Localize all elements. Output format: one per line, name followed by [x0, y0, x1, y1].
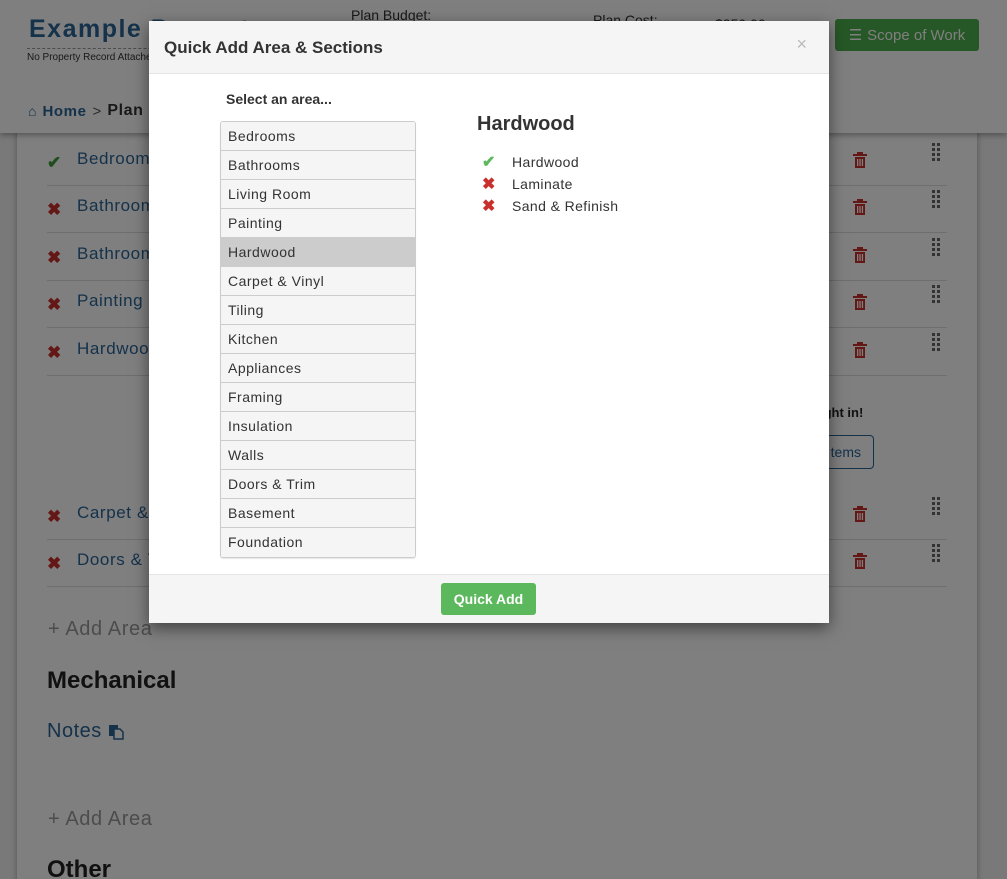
modal-footer: Quick Add: [149, 574, 829, 623]
section-toggle[interactable]: ✔ Hardwood: [482, 151, 618, 173]
section-toggle[interactable]: ✖ Laminate: [482, 173, 618, 195]
area-option[interactable]: Hardwood: [221, 238, 415, 267]
area-option[interactable]: Appliances: [221, 354, 415, 383]
area-option[interactable]: Foundation: [221, 528, 415, 557]
section-name: Hardwood: [512, 154, 580, 170]
area-section-list: ✔ Hardwood ✖ Laminate ✖ Sand & Refinish: [482, 151, 618, 217]
area-option[interactable]: Insulation: [221, 412, 415, 441]
close-icon[interactable]: ×: [796, 34, 807, 55]
area-option[interactable]: Tiling: [221, 296, 415, 325]
area-option[interactable]: Walls: [221, 441, 415, 470]
section-toggle[interactable]: ✖ Sand & Refinish: [482, 195, 618, 217]
quick-add-modal: Quick Add Area & Sections × Select an ar…: [149, 21, 829, 623]
x-icon: ✖: [482, 198, 496, 215]
check-icon: ✔: [482, 154, 496, 171]
modal-header: Quick Add Area & Sections ×: [149, 21, 829, 74]
area-option[interactable]: Painting: [221, 209, 415, 238]
modal-title: Quick Add Area & Sections: [164, 38, 383, 57]
area-option[interactable]: Living Room: [221, 180, 415, 209]
area-option[interactable]: Bedrooms: [221, 122, 415, 151]
area-option[interactable]: Framing: [221, 383, 415, 412]
x-icon: ✖: [482, 176, 496, 193]
quick-add-button[interactable]: Quick Add: [441, 583, 536, 615]
section-name: Laminate: [512, 176, 573, 192]
area-option[interactable]: Basement: [221, 499, 415, 528]
area-option[interactable]: Bathrooms: [221, 151, 415, 180]
section-name: Sand & Refinish: [512, 198, 619, 214]
area-select-list: Bedrooms Bathrooms Living Room Painting Hard…: [220, 121, 416, 558]
select-area-label: Select an area...: [226, 91, 332, 107]
selected-area-title: Hardwood: [477, 113, 575, 135]
area-option[interactable]: Kitchen: [221, 325, 415, 354]
area-option[interactable]: Carpet & Vinyl: [221, 267, 415, 296]
area-option[interactable]: Doors & Trim: [221, 470, 415, 499]
